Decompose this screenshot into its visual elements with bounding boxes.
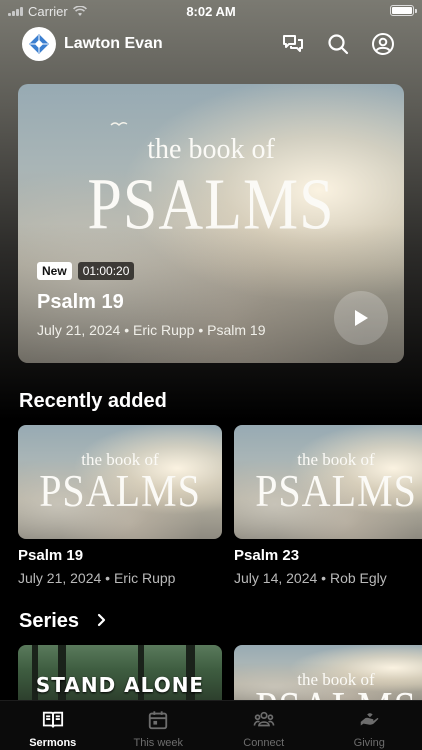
chevron-right-icon[interactable] [96, 613, 108, 627]
search-icon[interactable] [326, 32, 350, 56]
tab-bar: Sermons This week Connect Giving [0, 700, 422, 750]
sermon-card-title: Psalm 23 [234, 547, 300, 564]
tab-label: This week [133, 737, 184, 749]
artwork-line-2: PSALMS [39, 464, 201, 517]
profile-icon[interactable] [371, 32, 395, 56]
tab-label: Giving [353, 737, 385, 749]
bird-icon [110, 122, 128, 126]
sermon-card-meta: July 21, 2024 • Eric Rupp [18, 570, 176, 586]
tab-giving[interactable]: Giving [317, 701, 422, 750]
people-icon [253, 711, 275, 727]
sermon-card-artwork: the book of PSALMS [18, 425, 222, 539]
artwork-line-1: the book of [147, 134, 275, 165]
series-art-text: STAND ALONE [35, 673, 205, 697]
status-bar: Carrier 8:02 AM [0, 0, 422, 22]
app-header: Lawton Evan [0, 26, 422, 62]
sermon-card[interactable]: the book of PSALMS Psalm 23 July 14, 202… [234, 425, 422, 586]
giving-hand-icon [361, 713, 379, 726]
play-button[interactable] [334, 291, 388, 345]
tab-label: Connect [243, 737, 285, 749]
calendar-icon [149, 711, 168, 730]
sermon-card-artwork: the book of PSALMS [234, 425, 422, 539]
tab-label: Sermons [29, 737, 77, 749]
featured-sermon-meta: July 21, 2024 • Eric Rupp • Psalm 19 [37, 322, 266, 338]
series-card-stand-alone[interactable]: STAND ALONE [18, 645, 222, 705]
featured-scripture: Psalm 19 [207, 322, 266, 338]
artwork-line-2: PSALMS [255, 464, 417, 517]
church-name: Lawton Evan [64, 35, 163, 52]
play-icon [355, 310, 368, 326]
diamond-logo-icon [29, 34, 49, 54]
featured-sermon-title: Psalm 19 [37, 291, 124, 313]
status-time: 8:02 AM [186, 4, 236, 19]
featured-sermon-card[interactable]: the book of PSALMS New 01:00:20 Psalm 19… [18, 84, 404, 363]
book-icon [42, 711, 63, 728]
recently-added-heading: Recently added [19, 390, 167, 412]
tab-sermons[interactable]: Sermons [0, 701, 106, 750]
sermon-card[interactable]: the book of PSALMS Psalm 19 July 21, 202… [18, 425, 222, 586]
new-badge: New [37, 262, 72, 280]
tab-connect[interactable]: Connect [211, 701, 317, 750]
series-heading[interactable]: Series [19, 610, 79, 633]
duration-badge: 01:00:20 [77, 262, 135, 280]
sermon-card-meta: July 14, 2024 • Rob Egly [234, 570, 387, 586]
battery-icon [390, 5, 417, 16]
chat-icon[interactable] [281, 32, 305, 56]
church-logo[interactable] [22, 27, 56, 61]
sermon-card-title: Psalm 19 [18, 547, 84, 564]
featured-date: July 21, 2024 [37, 322, 121, 338]
tab-this-week[interactable]: This week [106, 701, 212, 750]
series-card-psalms[interactable]: the book of PSALMS [234, 645, 422, 705]
featured-speaker: Eric Rupp [132, 322, 195, 338]
